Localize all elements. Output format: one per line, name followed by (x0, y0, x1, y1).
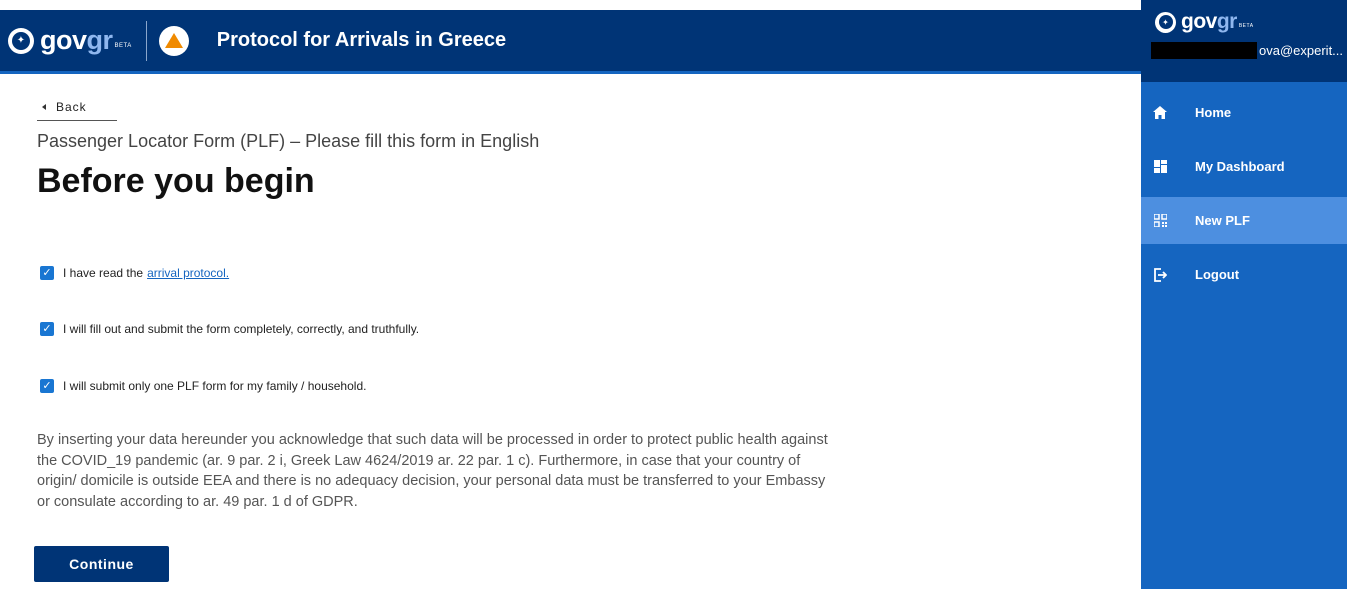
form-title: Passenger Locator Form (PLF) – Please fi… (37, 131, 540, 151)
checkbox-row-one-form[interactable]: ✓ I will submit only one PLF form for my… (40, 379, 366, 393)
beta-badge: BETA (114, 42, 132, 49)
checkbox-checked-icon[interactable]: ✓ (40, 266, 54, 280)
nav-item-home[interactable]: Home (1141, 89, 1347, 136)
nav-item-new-plf[interactable]: New PLF (1141, 197, 1347, 244)
logout-icon (1153, 267, 1167, 282)
drawer-header: ✦ govgr BETA ova@experit... (1141, 0, 1347, 82)
data-disclaimer: By inserting your data hereunder you ack… (37, 432, 828, 510)
site-title: Protocol for Arrivals in Greece (216, 29, 507, 51)
nav-item-dashboard[interactable]: My Dashboard (1141, 143, 1347, 190)
qr-code-icon (1153, 214, 1167, 228)
greek-emblem-icon: ✦ (8, 27, 34, 54)
redacted-username (1151, 41, 1257, 59)
checkbox-checked-icon[interactable]: ✓ (40, 322, 54, 336)
nav-item-label: My Dashboard (1195, 159, 1285, 174)
user-account: ova@experit... (1151, 40, 1347, 60)
back-label: Back (56, 100, 87, 114)
beta-badge: BETA (1238, 23, 1254, 29)
top-header: ✦ govgr BETA Protocol for Arrivals in Gr… (0, 10, 1141, 74)
checkbox-label: I have read the (63, 266, 144, 280)
checkbox-checked-icon[interactable]: ✓ (40, 379, 54, 393)
checkbox-row-arrival-protocol[interactable]: ✓ I have read the arrival protocol. (40, 266, 229, 280)
arrival-protocol-link[interactable]: arrival protocol. (147, 266, 229, 280)
nav-item-label: Home (1195, 105, 1232, 120)
checkbox-label: I will fill out and submit the form comp… (63, 322, 420, 336)
checkbox-label: I will submit only one PLF form for my f… (63, 379, 367, 393)
header-divider (145, 20, 147, 61)
civil-protection-logo-icon (158, 25, 189, 56)
checkbox-row-truthful[interactable]: ✓ I will fill out and submit the form co… (40, 322, 419, 336)
nav-drawer: ✦ govgr BETA ova@experit... Home My Dash… (1141, 0, 1347, 589)
dashboard-icon (1153, 160, 1167, 174)
page-heading: Before you begin (37, 162, 315, 200)
nav-item-logout[interactable]: Logout (1141, 251, 1347, 298)
nav-item-label: Logout (1195, 267, 1240, 282)
back-link[interactable]: Back (37, 80, 117, 121)
logo-wordmark: govgr (1181, 10, 1237, 33)
continue-button[interactable]: Continue (34, 546, 169, 582)
logo-wordmark: govgr (40, 25, 113, 55)
back-arrow-icon (42, 104, 46, 110)
drawer-govgr-logo: ✦ govgr BETA (1155, 10, 1347, 34)
user-email: ova@experit... (1259, 42, 1344, 58)
govgr-logo[interactable]: ✦ govgr BETA (8, 25, 132, 56)
greek-emblem-icon: ✦ (1155, 11, 1176, 33)
home-icon (1153, 106, 1167, 120)
main-content: Back Passenger Locator Form (PLF) – Plea… (34, 80, 1117, 582)
drawer-nav: Home My Dashboard New PLF Logout (1141, 89, 1347, 298)
nav-item-label: New PLF (1195, 213, 1250, 228)
